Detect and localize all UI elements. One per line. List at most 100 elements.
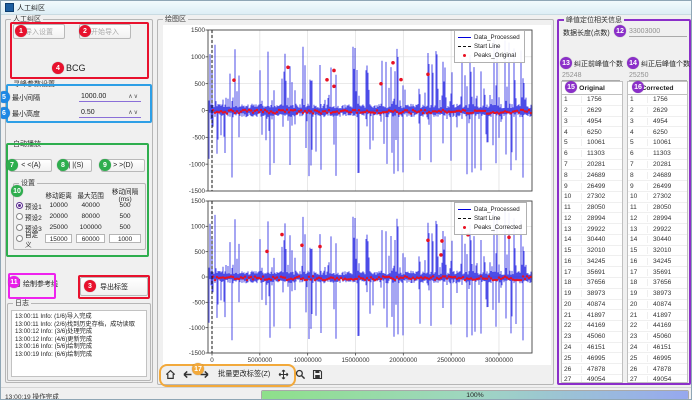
min-height-spinbox[interactable]: 0.50 ∧∨ — [79, 105, 141, 118]
table-row[interactable]: 720281 — [562, 160, 622, 171]
table-row[interactable]: 22629 — [562, 106, 622, 117]
table-row[interactable]: 11756 — [628, 95, 687, 106]
table-row[interactable]: 1938973 — [562, 289, 622, 300]
table-row[interactable]: 1430440 — [628, 235, 687, 246]
batch-edit-labels-button[interactable]: 批量更改标签(Z) — [215, 367, 273, 381]
peak-value: 32010 — [648, 247, 671, 254]
plot-canvas[interactable]: 150010005000-500-1000-1500150010005000-5… — [163, 25, 551, 365]
row-index: 27 — [562, 376, 582, 383]
corrected-peaks-table[interactable]: Corrected 117562262934954462505100616113… — [627, 81, 688, 383]
preset-custom-input[interactable]: 60000 — [76, 234, 105, 243]
table-row[interactable]: 2040874 — [628, 300, 687, 311]
row-index: 27 — [628, 376, 648, 383]
annotation-circle-12: 12 — [614, 25, 626, 37]
table-row[interactable]: 1329922 — [628, 224, 687, 235]
table-row[interactable]: 824689 — [628, 170, 687, 181]
table-row[interactable]: 926499 — [628, 181, 687, 192]
table-row[interactable]: 611303 — [562, 149, 622, 160]
table-row[interactable]: 2546995 — [628, 353, 687, 364]
table-row[interactable]: 1735691 — [628, 267, 687, 278]
row-index: 8 — [562, 172, 582, 179]
table-row[interactable]: 1027302 — [562, 192, 622, 203]
legend-entry: Start Line — [458, 214, 522, 223]
table-row[interactable]: 2647878 — [562, 364, 622, 375]
row-index: 1 — [628, 96, 648, 103]
peak-value: 46151 — [582, 344, 605, 351]
table-row[interactable]: 2749054 — [562, 375, 622, 383]
table-row[interactable]: 1228994 — [628, 213, 687, 224]
table-row[interactable]: 1027302 — [628, 192, 687, 203]
min-interval-spinbox[interactable]: 1000.00 ∧∨ — [79, 89, 141, 102]
home-icon[interactable] — [164, 367, 177, 381]
table-row[interactable]: 1329922 — [562, 224, 622, 235]
row-index: 5 — [628, 139, 648, 146]
table-row[interactable]: 1634245 — [628, 256, 687, 267]
row-index: 4 — [562, 129, 582, 136]
svg-text:1500: 1500 — [191, 198, 206, 205]
original-peaks-table[interactable]: Original 1175622629349544625051006161130… — [561, 81, 623, 383]
preset-radio[interactable] — [16, 213, 23, 220]
table-row[interactable]: 1532010 — [562, 246, 622, 257]
annotation-circle-4: 4 — [52, 62, 64, 74]
svg-text:-1500: -1500 — [189, 188, 206, 195]
peak-value: 38973 — [648, 290, 671, 297]
table-row[interactable]: 2546995 — [562, 353, 622, 364]
table-row[interactable]: 46250 — [628, 127, 687, 138]
table-row[interactable]: 22629 — [628, 106, 687, 117]
table-row[interactable]: 1430440 — [562, 235, 622, 246]
preset-custom-input[interactable]: 1000 — [109, 234, 141, 243]
table-row[interactable]: 2446151 — [628, 343, 687, 354]
table-row[interactable]: 2040874 — [562, 300, 622, 311]
spin-arrows-icon[interactable]: ∧∨ — [128, 109, 139, 116]
table-row[interactable]: 2749054 — [628, 375, 687, 383]
table-row[interactable]: 2141897 — [628, 310, 687, 321]
table-row[interactable]: 2345060 — [628, 332, 687, 343]
row-index: 20 — [628, 301, 648, 308]
table-row[interactable]: 510061 — [628, 138, 687, 149]
table-row[interactable]: 1128050 — [562, 203, 622, 214]
preset-value: 100000 — [74, 224, 107, 231]
spin-arrows-icon[interactable]: ∧∨ — [128, 93, 139, 100]
peak-value: 41897 — [582, 312, 605, 319]
table-row[interactable]: 2141897 — [562, 310, 622, 321]
table-row[interactable]: 1938973 — [628, 289, 687, 300]
table-row[interactable]: 1532010 — [628, 246, 687, 257]
row-index: 1 — [562, 96, 582, 103]
table-row[interactable]: 611303 — [628, 149, 687, 160]
preset-radio[interactable] — [16, 202, 23, 209]
annotation-circle-1: 1 — [15, 25, 27, 37]
settings-header-row: 移动距离最大范围移动间隔(ms) — [16, 189, 143, 200]
pan-icon[interactable] — [277, 367, 290, 381]
table-row[interactable]: 34954 — [628, 117, 687, 128]
table-row[interactable]: 2647878 — [628, 364, 687, 375]
table-row[interactable]: 1735691 — [562, 267, 622, 278]
log-output: 13:00:11 Info: (1/6)导入完成13:00:11 Info: (… — [11, 310, 147, 377]
table-row[interactable]: 510061 — [562, 138, 622, 149]
table-row[interactable]: 11756 — [562, 95, 622, 106]
preset-radio[interactable] — [16, 224, 23, 231]
table-row[interactable]: 34954 — [562, 117, 622, 128]
annotation-circle-14: 14 — [627, 57, 639, 69]
peak-value: 2629 — [582, 107, 602, 114]
row-index: 25 — [562, 355, 582, 362]
save-icon[interactable] — [311, 367, 324, 381]
preset-value: 500 — [107, 213, 143, 220]
zoom-icon[interactable] — [294, 367, 307, 381]
table-row[interactable]: 2244169 — [562, 321, 622, 332]
peak-value: 11303 — [582, 150, 605, 157]
table-row[interactable]: 2345060 — [562, 332, 622, 343]
table-row[interactable]: 46250 — [562, 127, 622, 138]
table-row[interactable]: 1837656 — [628, 278, 687, 289]
preset-radio[interactable] — [16, 235, 23, 242]
table-row[interactable]: 1128050 — [628, 203, 687, 214]
table-row[interactable]: 1634245 — [562, 256, 622, 267]
table-row[interactable]: 720281 — [628, 160, 687, 171]
table-row[interactable]: 2446151 — [562, 343, 622, 354]
table-row[interactable]: 1228994 — [562, 213, 622, 224]
table-row[interactable]: 1837656 — [562, 278, 622, 289]
table-row[interactable]: 2244169 — [628, 321, 687, 332]
svg-text:25000000: 25000000 — [437, 357, 466, 364]
table-row[interactable]: 824689 — [562, 170, 622, 181]
preset-custom-input[interactable]: 15000 — [45, 234, 72, 243]
table-row[interactable]: 926499 — [562, 181, 622, 192]
